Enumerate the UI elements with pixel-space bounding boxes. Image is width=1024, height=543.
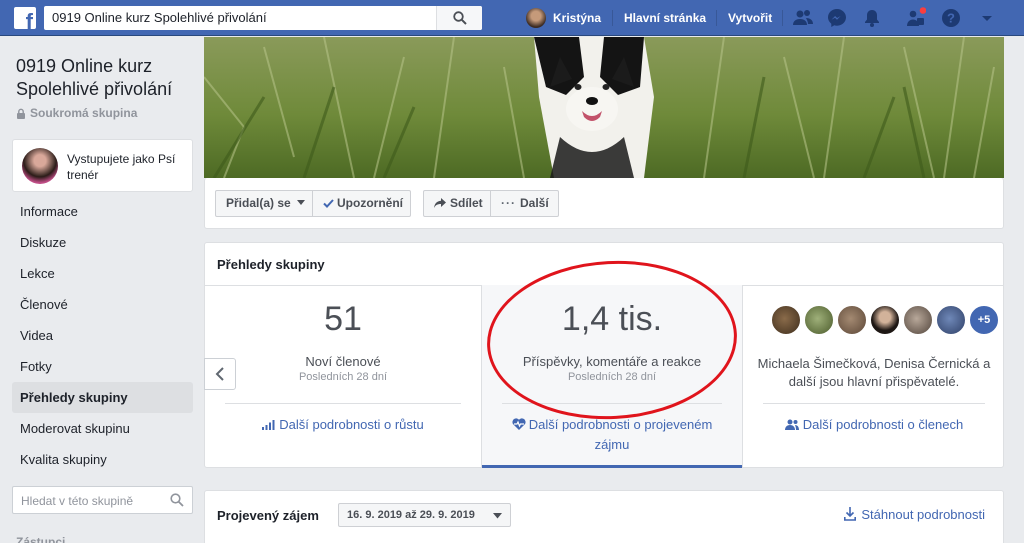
svg-text:?: ?: [947, 11, 955, 26]
acting-as-switcher[interactable]: Vystupujete jako Psí trenér: [12, 139, 193, 192]
more-dots-icon: ···: [501, 196, 516, 210]
search-icon[interactable]: [170, 493, 184, 507]
home-link[interactable]: Hlavní stránka: [624, 0, 706, 36]
notifications-button[interactable]: Upozornění: [312, 190, 411, 217]
members-details-link[interactable]: Další podrobnosti o členech: [743, 415, 1005, 435]
engagement-details-link[interactable]: Další podrobnosti o projeveném zájmu: [500, 415, 724, 455]
joined-button-label: Přidal(a) se: [226, 196, 291, 210]
contributor-avatar[interactable]: [804, 305, 834, 335]
search-button[interactable]: [436, 6, 482, 30]
contributor-avatar[interactable]: [936, 305, 966, 335]
members-icon: [784, 419, 799, 430]
scroll-left-button[interactable]: [204, 358, 236, 390]
top-contributors-text: Michaela Šimečková, Denisa Černická a da…: [757, 356, 991, 389]
chevron-down-icon: [493, 513, 502, 519]
more-actions-label: Další: [520, 196, 549, 210]
group-privacy-label: Soukromá skupina: [30, 106, 138, 120]
selected-tab-indicator: [482, 465, 742, 468]
more-contributors-badge[interactable]: +5: [969, 305, 999, 335]
sidebar-item-videa[interactable]: Videa: [12, 320, 193, 351]
group-search-placeholder: Hledat v této skupině: [21, 494, 134, 508]
nav-divider: [716, 10, 717, 26]
friend-requests-icon[interactable]: [792, 7, 814, 29]
date-range-value: 16. 9. 2019 až 29. 9. 2019: [347, 509, 475, 521]
chevron-down-icon: [297, 200, 306, 205]
interest-title: Projevený zájem: [217, 508, 319, 523]
sidebar-item-kvalita-skupiny[interactable]: Kvalita skupiny: [12, 444, 193, 475]
share-button-label: Sdílet: [450, 196, 483, 210]
sidebar-item-informace[interactable]: Informace: [12, 196, 193, 227]
sidebar-item-fotky[interactable]: Fotky: [12, 351, 193, 382]
stat-divider: [225, 403, 461, 404]
acting-as-label: Vystupujete jako Psí trenér: [67, 152, 176, 182]
nav-divider: [782, 10, 783, 26]
stat-divider: [763, 403, 985, 404]
contributor-avatar[interactable]: [771, 305, 801, 335]
heart-pulse-icon: [512, 418, 526, 430]
share-arrow-icon: [434, 198, 446, 208]
joined-button[interactable]: Přidal(a) se: [215, 190, 313, 217]
contributor-avatar[interactable]: [837, 305, 867, 335]
new-members-period: Posledních 28 dní: [298, 371, 388, 383]
notifications-button-label: Upozornění: [337, 196, 403, 210]
contributor-avatar[interactable]: [870, 305, 900, 335]
notifications-icon[interactable]: [861, 7, 883, 29]
chevron-left-icon: [215, 367, 224, 381]
new-members-stat: 51 Noví členové Posledních 28 dní Další …: [205, 285, 481, 468]
top-contributors-stat: +5 Michaela Šimečková, Denisa Černická a…: [743, 285, 1005, 468]
create-link[interactable]: Vytvořit: [728, 0, 772, 36]
contributor-avatar[interactable]: [903, 305, 933, 335]
sidebar-item-moderovat-skupinu[interactable]: Moderovat skupinu: [12, 413, 193, 444]
cover-dog-image: [204, 37, 1004, 178]
search-icon: [453, 11, 467, 25]
bar-chart-icon: [262, 420, 275, 430]
more-actions-button[interactable]: ··· Další: [490, 190, 559, 217]
sidebar-item-lekce[interactable]: Lekce: [12, 258, 193, 289]
top-navigation-bar: f 0919 Online kurz Spolehlivé přivolání …: [0, 0, 1024, 36]
sidebar-item-diskuze[interactable]: Diskuze: [12, 227, 193, 258]
lock-icon: [17, 108, 25, 119]
help-icon[interactable]: ?: [940, 7, 962, 29]
download-details-link[interactable]: Stáhnout podrobnosti: [844, 507, 985, 522]
checkmark-icon: [323, 199, 334, 208]
download-details-label: Stáhnout podrobnosti: [861, 507, 985, 522]
growth-details-link[interactable]: Další podrobnosti o růstu: [205, 415, 481, 435]
download-icon: [844, 507, 857, 521]
group-name[interactable]: 0919 Online kurz Spolehlivé přivolání: [16, 55, 196, 101]
members-details-label: Další podrobnosti o členech: [802, 417, 964, 432]
user-avatar[interactable]: [526, 8, 546, 28]
interest-card: Projevený zájem 16. 9. 2019 až 29. 9. 20…: [204, 490, 1004, 543]
facebook-logo-icon[interactable]: f: [14, 7, 36, 29]
account-menu-chevron-down-icon[interactable]: [976, 7, 998, 29]
search-input-value[interactable]: 0919 Online kurz Spolehlivé přivolání: [52, 10, 267, 25]
sidebar-shortcuts-heading: Zástupci: [16, 535, 66, 543]
engagement-details-label: Další podrobnosti o projeveném zájmu: [528, 417, 713, 452]
group-activity-icon[interactable]: [904, 7, 926, 29]
growth-details-label: Další podrobnosti o růstu: [279, 417, 424, 432]
messenger-icon[interactable]: [826, 7, 848, 29]
new-members-value: 51: [324, 300, 362, 338]
group-menu: Informace Diskuze Lekce Členové Videa Fo…: [12, 196, 193, 475]
contributor-avatars: +5: [771, 305, 1002, 337]
profile-link[interactable]: Kristýna: [553, 0, 601, 36]
date-range-dropdown[interactable]: 16. 9. 2019 až 29. 9. 2019: [338, 503, 511, 527]
insights-title: Přehledy skupiny: [217, 257, 325, 272]
group-privacy: Soukromá skupina: [16, 106, 137, 120]
sidebar-item-clenove[interactable]: Členové: [12, 289, 193, 320]
nav-divider: [612, 10, 613, 26]
sidebar-item-prehledy-skupiny[interactable]: Přehledy skupiny: [12, 382, 193, 413]
share-button[interactable]: Sdílet: [423, 190, 491, 217]
group-search-input[interactable]: Hledat v této skupině: [12, 486, 193, 514]
page-avatar: [22, 148, 58, 184]
search-input[interactable]: 0919 Online kurz Spolehlivé přivolání: [44, 6, 482, 30]
left-sidebar: 0919 Online kurz Spolehlivé přivolání So…: [0, 37, 200, 543]
cover-photo[interactable]: [204, 37, 1004, 178]
new-members-label: Noví členové: [305, 354, 381, 369]
